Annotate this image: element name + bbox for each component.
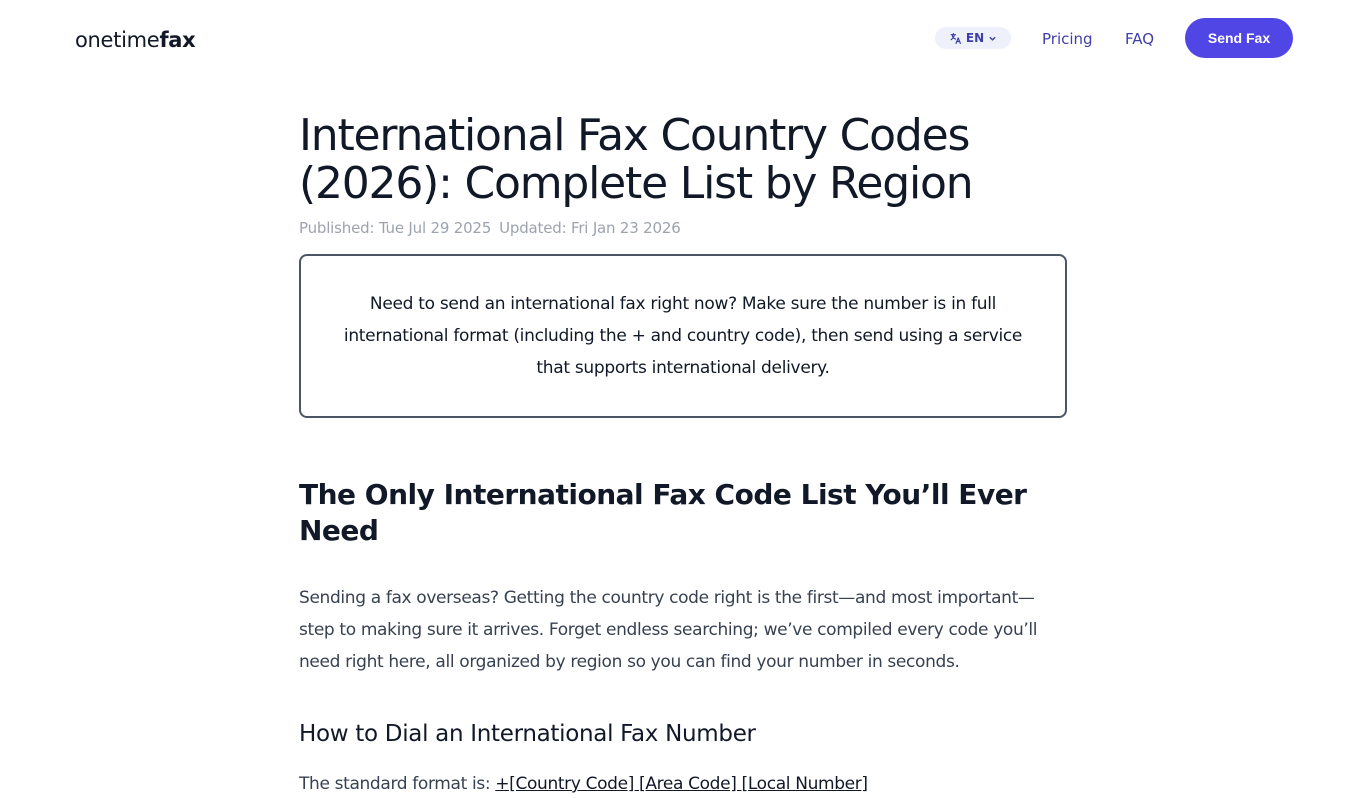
- section-heading: The Only International Fax Code List You…: [299, 478, 1027, 547]
- send-fax-button[interactable]: Send Fax: [1185, 18, 1293, 58]
- nav-pricing-link[interactable]: Pricing: [1042, 29, 1093, 49]
- subsection-heading: How to Dial an International Fax Number: [299, 721, 756, 747]
- language-selector[interactable]: EN: [935, 27, 1011, 49]
- article-dates: Published: Tue Jul 29 2025 Updated: Fri J…: [299, 218, 1067, 238]
- language-label: EN: [965, 31, 985, 45]
- site-logo[interactable]: onetimefax: [75, 27, 196, 53]
- callout-box: Need to send an international fax right …: [299, 254, 1067, 418]
- published-date: Published: Tue Jul 29 2025: [299, 219, 492, 237]
- article: International Fax Country Codes (2026): …: [299, 112, 1067, 798]
- callout-text: Need to send an international fax right …: [343, 294, 1023, 378]
- nav-faq-link[interactable]: FAQ: [1125, 29, 1154, 49]
- dial-format-line: The standard format is: +[Country Code] …: [299, 770, 1067, 798]
- intro-paragraph: Sending a fax overseas? Getting the coun…: [299, 588, 1038, 672]
- updated-date: Updated: Fri Jan 23 2026: [499, 219, 681, 237]
- chevron-down-icon: [988, 34, 997, 43]
- translate-icon: [949, 32, 962, 45]
- page-title: International Fax Country Codes (2026): …: [299, 110, 974, 209]
- dial-format-code: +[Country Code] [Area Code] [Local Numbe…: [495, 774, 868, 794]
- dial-format-prefix: The standard format is:: [299, 774, 496, 794]
- logo-text-bold: fax: [159, 28, 196, 52]
- logo-text-regular: onetime: [75, 28, 160, 52]
- site-header: onetimefax EN Pricing FAQ Send Fax: [0, 0, 1366, 78]
